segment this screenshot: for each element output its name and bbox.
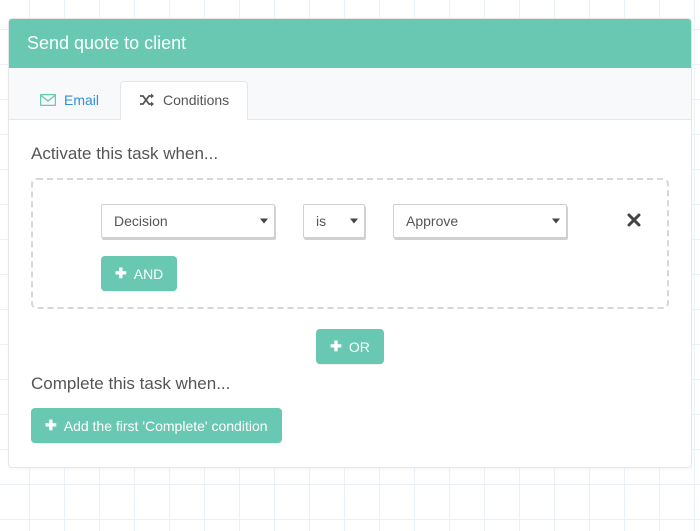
- panel-header: Send quote to client: [9, 19, 691, 68]
- value-select[interactable]: Approve: [393, 204, 567, 238]
- add-complete-label: Add the first 'Complete' condition: [64, 418, 268, 434]
- chevron-down-icon: [260, 219, 268, 224]
- operator-select[interactable]: is: [303, 204, 365, 238]
- envelope-icon: [40, 94, 56, 106]
- chevron-down-icon: [552, 219, 560, 224]
- and-label: AND: [134, 266, 164, 282]
- field-select[interactable]: Decision: [101, 204, 275, 238]
- tab-email-label: Email: [64, 92, 99, 108]
- add-complete-condition-button[interactable]: ✚ Add the first 'Complete' condition: [31, 408, 282, 443]
- activate-condition-group: Decision is Approve: [31, 178, 669, 309]
- activate-title: Activate this task when...: [31, 144, 669, 164]
- shuffle-icon: [139, 93, 155, 107]
- plus-icon: ✚: [330, 338, 342, 355]
- remove-condition-button[interactable]: [621, 207, 647, 236]
- chevron-down-icon: [350, 219, 358, 224]
- tab-strip: Email Conditions: [9, 68, 691, 120]
- value-select-value: Approve: [406, 213, 458, 229]
- or-label: OR: [349, 339, 370, 355]
- plus-icon: ✚: [115, 265, 127, 282]
- field-select-value: Decision: [114, 213, 168, 229]
- tab-conditions-label: Conditions: [163, 92, 229, 108]
- tab-email[interactable]: Email: [21, 81, 118, 120]
- panel-body: Activate this task when... Decision is A…: [9, 120, 691, 467]
- add-or-button[interactable]: ✚ OR: [316, 329, 384, 364]
- task-panel: Send quote to client Email Condition: [8, 18, 692, 468]
- plus-icon: ✚: [45, 417, 57, 434]
- add-and-button[interactable]: ✚ AND: [101, 256, 177, 291]
- complete-title: Complete this task when...: [31, 374, 669, 394]
- panel-title: Send quote to client: [27, 33, 186, 53]
- close-icon: [627, 213, 641, 227]
- tab-conditions[interactable]: Conditions: [120, 81, 248, 120]
- condition-row: Decision is Approve: [53, 204, 647, 238]
- operator-select-value: is: [316, 213, 326, 229]
